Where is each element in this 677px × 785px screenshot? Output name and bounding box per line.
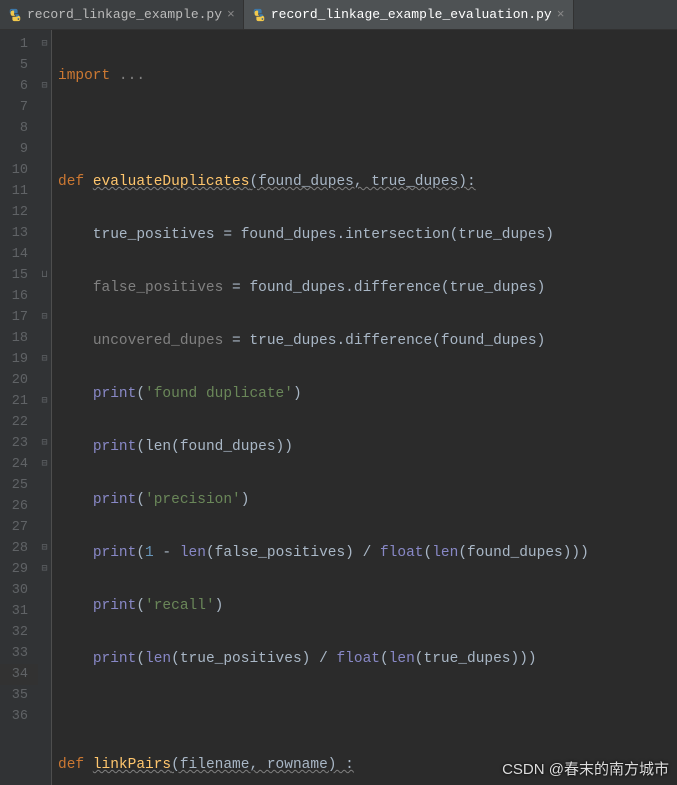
code-line: print('recall') [58, 596, 677, 617]
code-line: uncovered_dupes = true_dupes.difference(… [58, 331, 677, 352]
python-icon [252, 8, 266, 22]
python-icon [8, 8, 22, 22]
code-editor[interactable]: 1567891011121314151617181920212223242526… [0, 30, 677, 785]
code-line: print('found duplicate') [58, 384, 677, 405]
fold-gutter: ⊟⊟⊔⊟⊟⊟⊟⊟⊟⊟ [38, 30, 52, 785]
line-number-gutter: 1567891011121314151617181920212223242526… [0, 30, 38, 785]
code-line: print(1 - len(false_positives) / float(l… [58, 543, 677, 564]
tab-label: record_linkage_example.py [27, 7, 222, 22]
close-icon[interactable]: × [227, 7, 235, 22]
code-area[interactable]: import ... def evaluateDuplicates(found_… [52, 30, 677, 785]
tab-file-2[interactable]: record_linkage_example_evaluation.py × [244, 0, 574, 29]
tab-file-1[interactable]: record_linkage_example.py × [0, 0, 244, 29]
code-line: print(len(found_dupes)) [58, 437, 677, 458]
code-line: def evaluateDuplicates(found_dupes, true… [58, 172, 677, 193]
code-line [58, 119, 677, 140]
code-line: false_positives = found_dupes.difference… [58, 278, 677, 299]
tab-label: record_linkage_example_evaluation.py [271, 7, 552, 22]
close-icon[interactable]: × [557, 7, 565, 22]
watermark: CSDN @春末的南方城市 [502, 758, 669, 779]
code-line: import ... [58, 66, 677, 87]
editor-tabs: record_linkage_example.py × record_linka… [0, 0, 677, 30]
code-line: print('precision') [58, 490, 677, 511]
code-line [58, 702, 677, 723]
code-line: print(len(true_positives) / float(len(tr… [58, 649, 677, 670]
code-line: true_positives = found_dupes.intersectio… [58, 225, 677, 246]
